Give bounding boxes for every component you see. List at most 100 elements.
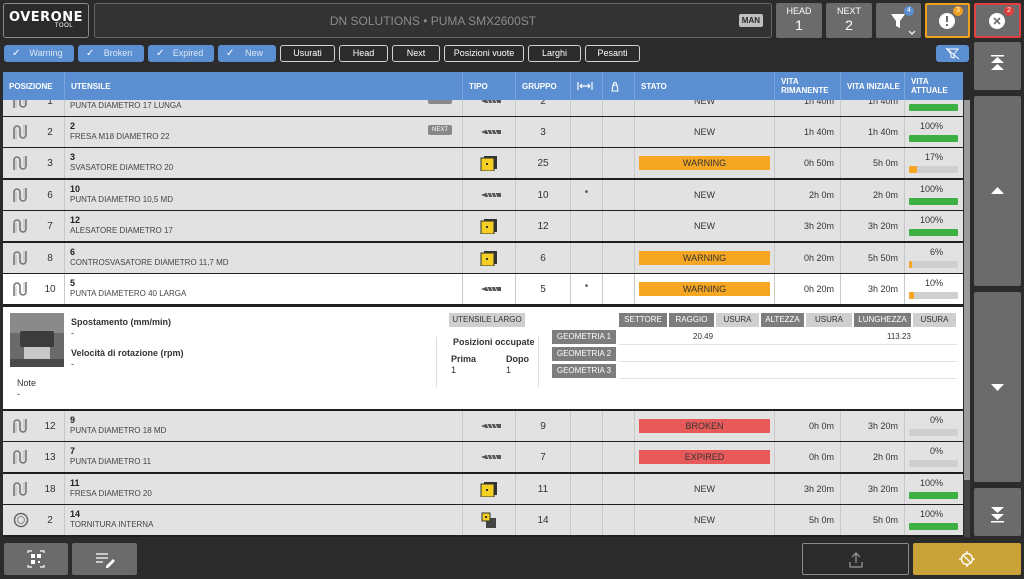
scroll-bottom-button[interactable]: [974, 488, 1021, 536]
table-row[interactable]: 8 6 CONTROSVASATORE DIAMETRO 11,7 MD 6 WARNI…: [3, 243, 963, 273]
geo1-radius-value: 20.49: [693, 332, 714, 341]
next-button[interactable]: NEXT 2: [826, 3, 872, 38]
status-badge: WARNING: [639, 282, 770, 296]
geo-header-usura-raggio[interactable]: USURA: [716, 313, 759, 327]
geo-header-altezza[interactable]: ALTEZZA: [761, 313, 804, 327]
table-scrollbar[interactable]: [964, 100, 970, 537]
overone-logo[interactable]: OVERONE TOOL: [3, 3, 89, 38]
position-number: 2: [47, 515, 53, 526]
export-button[interactable]: [802, 543, 909, 575]
table-header: POSIZIONE UTENSILE TIPO GRUPPO STATO VIT…: [3, 72, 963, 100]
filter-chip-head[interactable]: Head: [339, 45, 388, 62]
status-badge: BROKEN: [639, 419, 770, 433]
geo-header-usura-lunghezza[interactable]: USURA: [913, 313, 956, 327]
scrollbar-thumb[interactable]: [964, 100, 970, 480]
status-cell: NEW: [635, 100, 775, 116]
filter-chip-larghi[interactable]: Larghi: [528, 45, 581, 62]
table-row[interactable]: 7 12 ALESATORE DIAMETRO 17 12 NEW 3h 20m 3h 20…: [3, 211, 963, 241]
status-cell: NEW: [635, 117, 775, 147]
tool-name: PUNTA DIAMETRO 18 MD: [70, 426, 167, 435]
filter-chip-pesanti[interactable]: Pesanti: [585, 45, 640, 62]
width-cell: •: [571, 180, 603, 210]
current-life-cell: 0%: [905, 411, 963, 441]
geometry-3-button[interactable]: GEOMETRIA 3: [552, 364, 616, 378]
filter-chip-new[interactable]: ✓ New: [218, 45, 276, 62]
filter-chip-posizioni-vuote[interactable]: Posizioni vuote: [444, 45, 524, 62]
table-row[interactable]: 18 11 FRESA DIAMETRO 20 11 NEW 3h 20m 3h 20m 10…: [3, 474, 963, 504]
alerts-button[interactable]: 3: [925, 3, 970, 38]
col-gruppo[interactable]: GRUPPO: [516, 72, 571, 100]
current-life-cell: [905, 100, 963, 116]
filter-chip-next[interactable]: Next: [392, 45, 440, 62]
col-width[interactable]: [571, 72, 603, 100]
position-number: 6: [47, 190, 53, 201]
remaining-life-cell: 0h 0m: [775, 411, 841, 441]
col-stato[interactable]: STATO: [635, 72, 775, 100]
group-value: 3: [540, 127, 546, 138]
position-cell: 12: [3, 411, 65, 441]
life-percent: 100%: [919, 509, 943, 519]
width-cell: [571, 505, 603, 535]
table-row[interactable]: 6 10 PUNTA DIAMETRO 10,5 MD 10 • NEW 2h 0m 2h 0…: [3, 180, 963, 210]
clear-filters-button[interactable]: [936, 45, 969, 62]
scroll-up-button[interactable]: [974, 96, 1021, 286]
tool-cell: 5 PUNTA DIAMETERO 40 LARGA: [65, 274, 463, 304]
status-badge: WARNING: [639, 251, 770, 265]
geometry-2-button[interactable]: GEOMETRIA 2: [552, 347, 616, 361]
head-button[interactable]: HEAD 1: [776, 3, 822, 38]
confirm-button[interactable]: [913, 543, 1021, 575]
position-number: 18: [44, 484, 56, 495]
table-row[interactable]: 12 9 PUNTA DIAMETRO 18 MD 9 BROKEN 0h 0m 3h 20…: [3, 411, 963, 441]
group-value: 12: [537, 221, 549, 232]
geo-header-settore[interactable]: SETTORE: [619, 313, 667, 327]
col-vita-rimanente[interactable]: VITA RIMANENTE: [775, 72, 841, 100]
geo-header-lunghezza[interactable]: LUNGHEZZA: [854, 313, 911, 327]
drill-tool-icon: [481, 286, 501, 292]
position-cell: 10: [3, 274, 65, 304]
type-cell: [463, 243, 516, 273]
scroll-top-button[interactable]: [974, 42, 1021, 90]
table-row[interactable]: 2 2 FRESA M18 DIAMETRO 22 NEXT 3 NEW 1h 40m 1h …: [3, 117, 963, 147]
width-cell: •: [571, 274, 603, 304]
filter-chip-warning[interactable]: ✓ Warning: [4, 45, 74, 62]
col-vita-attuale[interactable]: VITA ATTUALE: [905, 72, 963, 100]
geo-header-raggio[interactable]: RAGGIO: [669, 313, 714, 327]
filter-chip-expired[interactable]: ✓ Expired: [148, 45, 214, 62]
table-row[interactable]: 1 PUNTA DIAMETRO 17 LUNGA NEXT 2 NEW 1h 40m 1h…: [3, 100, 963, 116]
col-tipo[interactable]: TIPO: [463, 72, 516, 100]
filter-chip-broken[interactable]: ✓ Broken: [78, 45, 144, 62]
table-row[interactable]: 13 7 PUNTA DIAMETRO 11 7 EXPIRED 0h 0m 2h 0m 0%: [3, 442, 963, 472]
width-cell: [571, 148, 603, 178]
col-weight[interactable]: [603, 72, 635, 100]
large-flag: •: [584, 281, 589, 292]
filter-button[interactable]: 4: [876, 3, 921, 38]
tool-id: 7: [70, 446, 76, 456]
chain-holder-icon: [13, 282, 27, 296]
table-row[interactable]: 2 14 TORNITURA INTERNA 14 NEW 5h 0m 5h 0m 100%: [3, 505, 963, 535]
errors-button[interactable]: 2: [974, 3, 1021, 38]
filter-off-icon: [945, 47, 960, 60]
col-vita-iniziale[interactable]: VITA INIZIALE: [841, 72, 905, 100]
width-cell: [571, 100, 603, 116]
scan-qr-button[interactable]: [4, 543, 68, 575]
col-utensile[interactable]: UTENSILE: [65, 72, 463, 100]
position-number: 3: [47, 158, 53, 169]
table-row[interactable]: 3 3 SVASATORE DIAMETRO 20 25 WARNING 0h 50m 5h…: [3, 148, 963, 178]
life-bar: [909, 229, 958, 236]
edit-list-button[interactable]: [72, 543, 137, 575]
scroll-down-button[interactable]: [974, 292, 1021, 482]
tool-cell: 11 FRESA DIAMETRO 20: [65, 474, 463, 504]
geo-header-usura-altezza[interactable]: USURA: [806, 313, 852, 327]
life-percent: 100%: [919, 121, 943, 131]
filter-chip-usurati[interactable]: Usurati: [280, 45, 335, 62]
feed-label: Spostamento (mm/min): [71, 317, 172, 327]
geometry-1-button[interactable]: GEOMETRIA 1: [552, 330, 616, 344]
tool-cell: 12 ALESATORE DIAMETRO 17: [65, 211, 463, 241]
table-row[interactable]: 10 5 PUNTA DIAMETERO 40 LARGA 5 • WARNING 0h 2…: [3, 274, 963, 304]
edit-list-icon: [96, 553, 115, 568]
life-percent: 100%: [919, 184, 943, 194]
col-posizione[interactable]: POSIZIONE: [3, 72, 65, 100]
position-cell: 3: [3, 148, 65, 178]
mill-tool-icon: [480, 156, 497, 172]
remaining-life: 0h 20m: [803, 284, 834, 294]
